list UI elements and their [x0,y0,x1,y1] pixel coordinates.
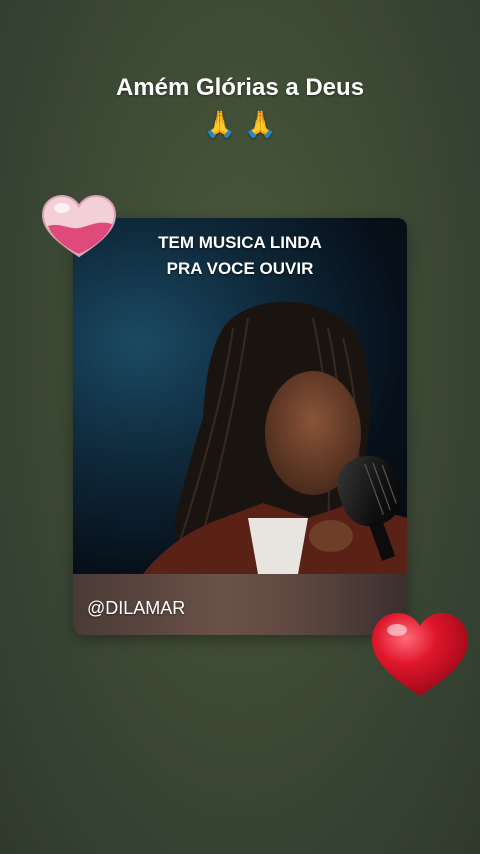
creator-handle[interactable]: @DILAMAR [87,598,185,619]
video-card[interactable]: TEM MUSICA LINDA PRA VOCE OUVIR @DILAMAR [73,218,407,635]
red-heart-icon [372,613,468,696]
card-title: TEM MUSICA LINDA PRA VOCE OUVIR [73,230,407,282]
caption-text: Amém Glórias a Deus [115,74,365,101]
glass-heart-icon [41,194,117,258]
story-caption: Amém Glórias a Deus 🙏 🙏 [0,74,480,140]
praying-hands-emoji: 🙏 🙏 [203,110,277,140]
glass-heart-sticker[interactable] [40,194,118,260]
card-title-line-2: PRA VOCE OUVIR [166,259,314,278]
card-footer: @DILAMAR [73,574,407,635]
red-heart-sticker[interactable] [369,610,471,700]
card-title-line-1: TEM MUSICA LINDA [158,233,322,252]
